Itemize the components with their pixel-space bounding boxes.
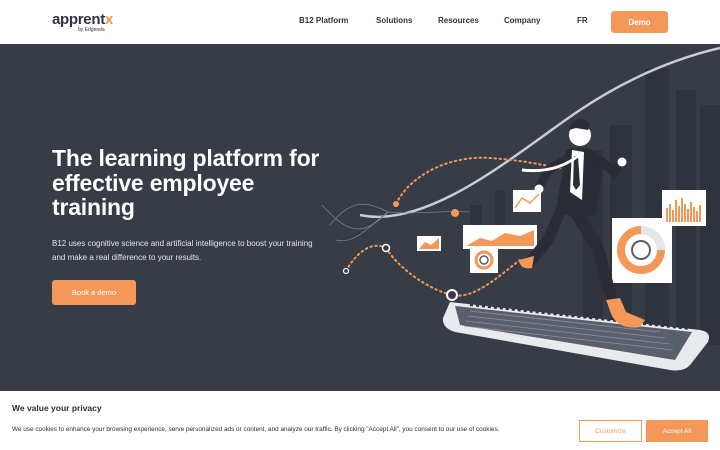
bar-chart-card [662,190,706,226]
cookie-description: We use cookies to enhance your browsing … [12,426,500,433]
demo-button[interactable]: Demo [611,11,668,33]
nav-company[interactable]: Company [504,16,540,25]
cookie-banner: We value your privacy We use cookies to … [0,391,720,450]
nav-language-fr[interactable]: FR [577,16,588,25]
flow-lines-graphic [321,203,471,242]
accept-all-button[interactable]: Accept All [646,420,708,442]
logo-wordmark: apprentx [52,11,113,28]
chart-card-left [417,236,441,251]
nav-solutions[interactable]: Solutions [376,16,412,25]
nav-b12-platform[interactable]: B12 Platform [299,16,348,25]
customize-button[interactable]: Customize [579,420,642,442]
apprentx-logo[interactable]: apprentx by Edgenda [52,12,113,33]
cookie-title: We value your privacy [12,403,102,413]
donut-chart-card [612,218,672,283]
site-header: apprentx by Edgenda B12 Platform Solutio… [0,0,720,44]
nav-resources[interactable]: Resources [438,16,479,25]
hero-illustration [321,46,720,371]
chart-card-top [513,190,541,212]
phone-graphic [442,302,709,371]
